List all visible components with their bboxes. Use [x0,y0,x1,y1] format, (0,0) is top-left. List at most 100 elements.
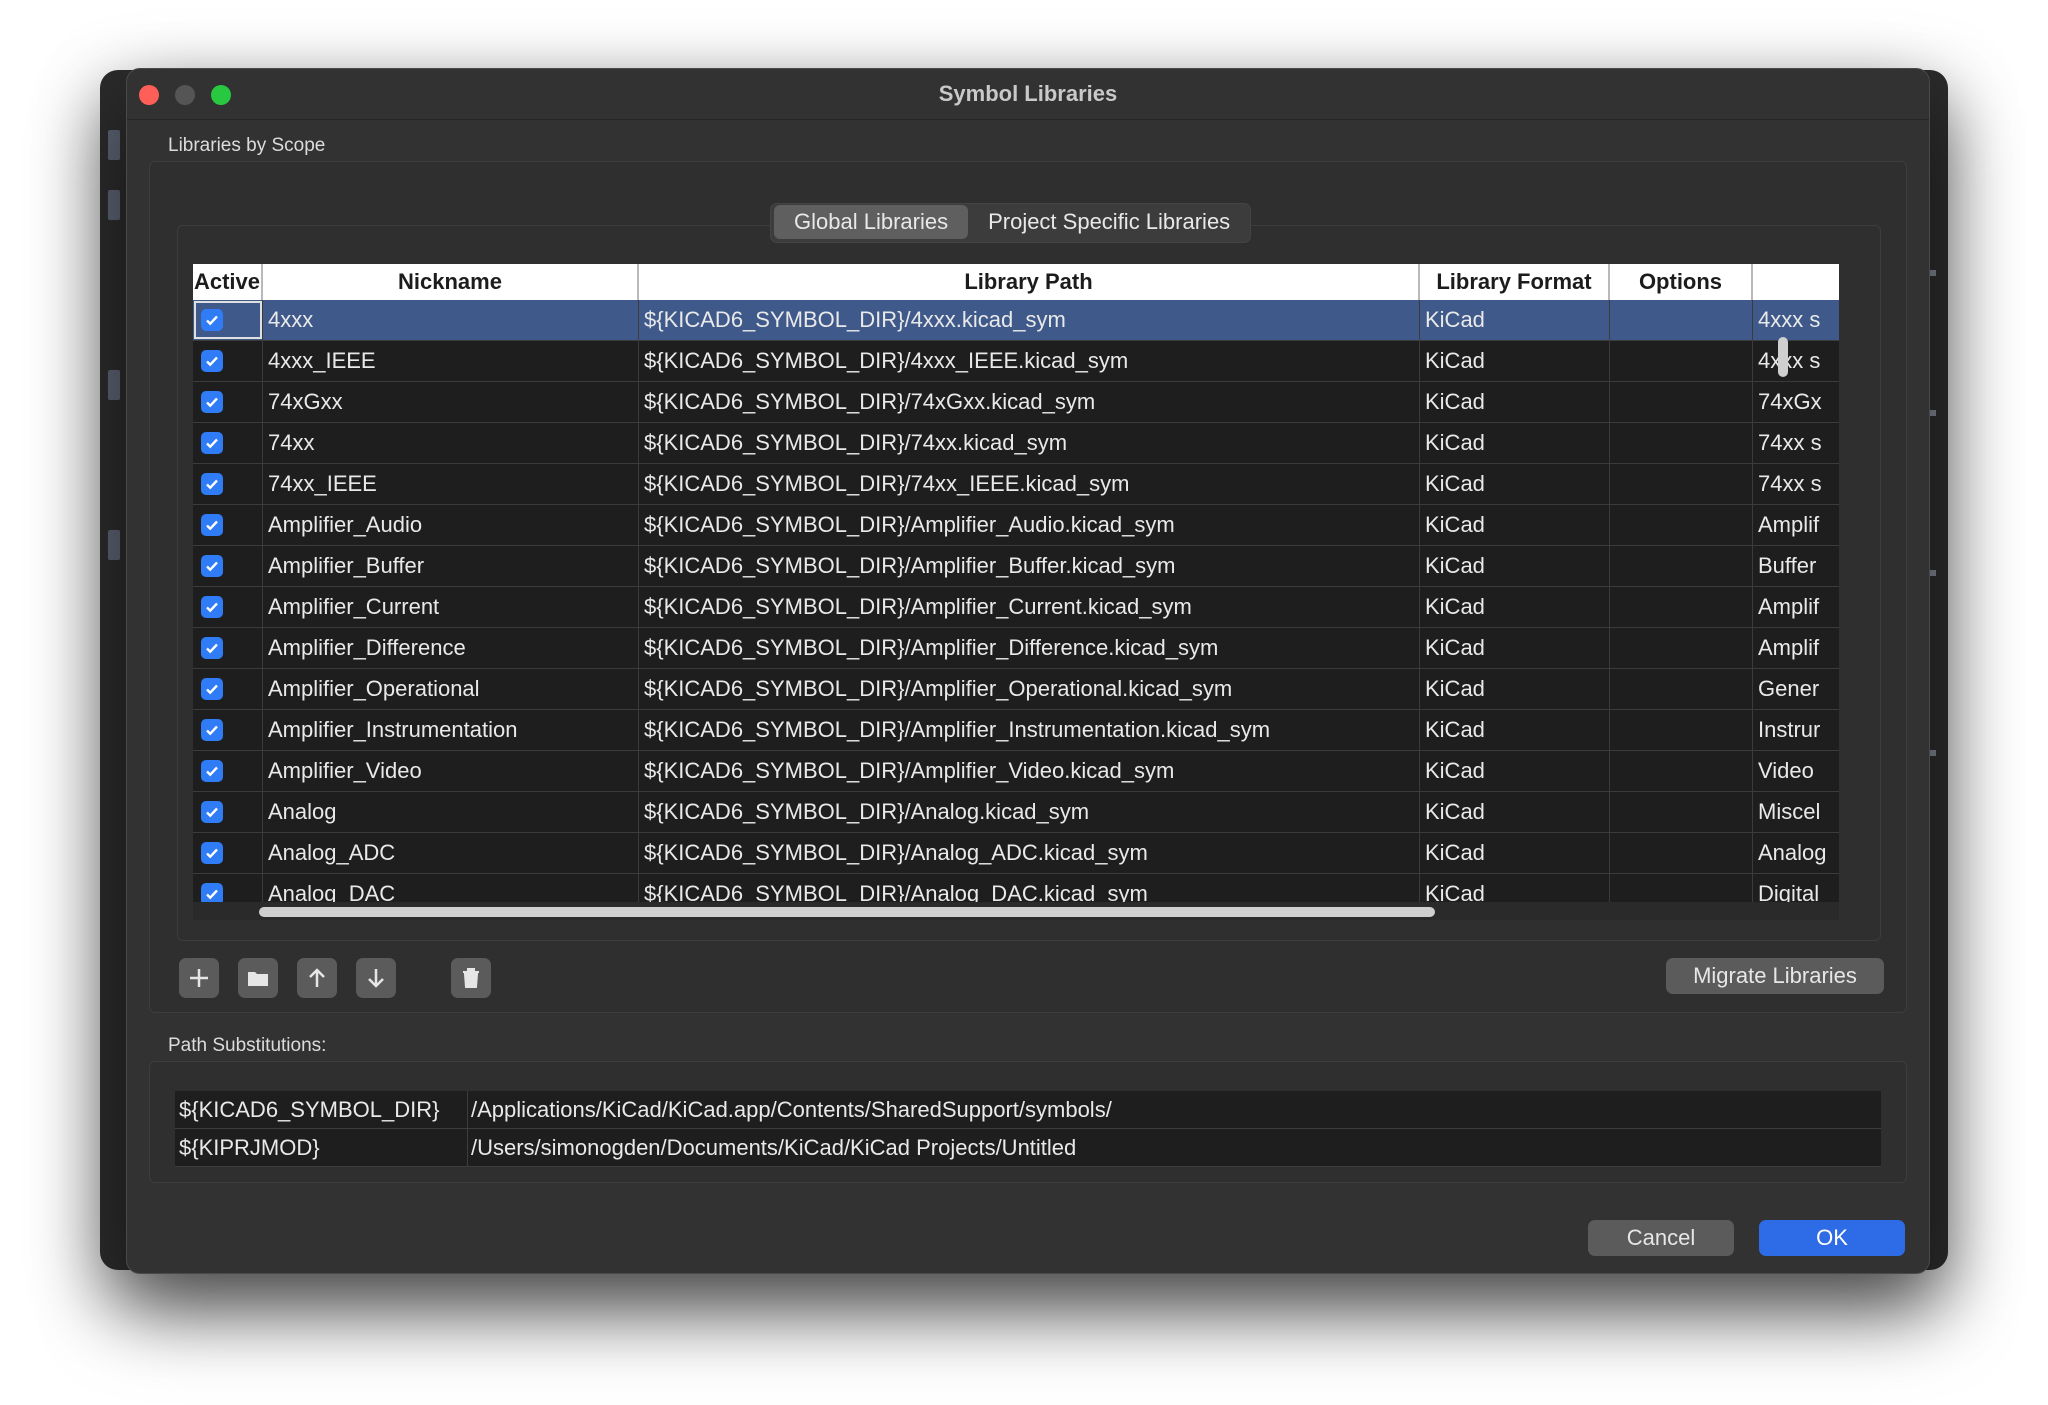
migrate-libraries-button[interactable]: Migrate Libraries [1666,958,1884,994]
column-header-nickname[interactable]: Nickname [263,264,639,300]
library-table[interactable]: Active Nickname Library Path Library For… [193,264,1839,902]
nickname-cell: Amplifier_Video [263,751,639,791]
options-cell [1610,341,1753,381]
checkmark-icon [206,725,218,736]
path-substitutions-table[interactable]: ${KICAD6_SYMBOL_DIR} /Applications/KiCad… [175,1091,1881,1167]
table-row[interactable]: Amplifier_Current ${KICAD6_SYMBOL_DIR}/Am… [193,587,1839,628]
description-cell: Amplif [1758,512,1820,537]
tab-global-libraries[interactable]: Global Libraries [774,205,969,239]
active-checkbox[interactable] [201,514,223,536]
table-row[interactable]: Amplifier_Operational ${KICAD6_SYMBOL_DIR… [193,669,1839,710]
background-tool-icon [108,130,120,160]
plus-icon [190,969,208,987]
checkmark-icon [206,848,218,859]
nickname-cell: 4xxx [263,300,639,340]
vertical-scrollbar[interactable] [1778,337,1788,377]
active-checkbox[interactable] [201,760,223,782]
active-cell [193,546,263,586]
nickname-cell: Analog [263,792,639,832]
table-row[interactable]: 4xxx ${KICAD6_SYMBOL_DIR}/4xxx.kicad_sym K… [193,300,1839,341]
library-path-cell: ${KICAD6_SYMBOL_DIR}/Amplifier_Instrumen… [639,710,1420,750]
column-header-active[interactable]: Active [193,264,263,300]
table-row[interactable]: Analog ${KICAD6_SYMBOL_DIR}/Analog.kicad_… [193,792,1839,833]
horizontal-scrollbar-thumb[interactable] [259,907,1435,917]
checkmark-icon [206,520,218,531]
cancel-button[interactable]: Cancel [1588,1220,1734,1256]
move-up-button[interactable] [297,958,337,998]
active-checkbox[interactable] [201,432,223,454]
delete-library-button[interactable] [451,958,491,998]
table-row[interactable]: Amplifier_Difference ${KICAD6_SYMBOL_DIR}… [193,628,1839,669]
checkmark-icon [206,356,218,367]
checkmark-icon [206,889,218,900]
library-format-cell: KiCad [1420,546,1610,586]
active-checkbox[interactable] [201,678,223,700]
column-header-library-format[interactable]: Library Format [1420,264,1610,300]
tab-project-specific-libraries[interactable]: Project Specific Libraries [968,204,1250,240]
active-checkbox[interactable] [201,391,223,413]
checkmark-icon [206,807,218,818]
browse-library-button[interactable] [238,958,278,998]
column-header-options[interactable]: Options [1610,264,1753,300]
active-checkbox[interactable] [201,555,223,577]
table-row[interactable]: Analog_DAC ${KICAD6_SYMBOL_DIR}/Analog_DA… [193,874,1839,902]
nickname-cell: Amplifier_Difference [263,628,639,668]
library-format-cell: KiCad [1420,792,1610,832]
move-down-button[interactable] [356,958,396,998]
active-checkbox[interactable] [201,801,223,823]
options-cell [1610,628,1753,668]
column-header-description[interactable] [1753,264,1839,300]
checkmark-icon [206,561,218,572]
substitution-row[interactable]: ${KICAD6_SYMBOL_DIR} /Applications/KiCad… [175,1091,1881,1129]
description-cell: 4xxx s [1758,307,1821,332]
library-format-cell: KiCad [1420,464,1610,504]
library-path-cell: ${KICAD6_SYMBOL_DIR}/74xx.kicad_sym [639,423,1420,463]
table-row[interactable]: 74xx ${KICAD6_SYMBOL_DIR}/74xx.kicad_sym K… [193,423,1839,464]
table-row[interactable]: Analog_ADC ${KICAD6_SYMBOL_DIR}/Analog_AD… [193,833,1839,874]
active-checkbox[interactable] [201,719,223,741]
library-path-cell: ${KICAD6_SYMBOL_DIR}/Amplifier_Audio.kic… [639,505,1420,545]
options-cell [1610,587,1753,627]
active-cell [193,505,263,545]
checkmark-icon [206,684,218,695]
active-checkbox[interactable] [201,309,223,331]
add-library-button[interactable] [179,958,219,998]
nickname-cell: 74xGxx [263,382,639,422]
table-row[interactable]: Amplifier_Instrumentation ${KICAD6_SYMBOL… [193,710,1839,751]
active-checkbox[interactable] [201,350,223,372]
description-cell: Instrur [1758,717,1821,742]
table-row[interactable]: 74xGxx ${KICAD6_SYMBOL_DIR}/74xGxx.kicad_… [193,382,1839,423]
checkmark-icon [206,479,218,490]
library-path-cell: ${KICAD6_SYMBOL_DIR}/Amplifier_Video.kic… [639,751,1420,791]
active-cell [193,751,263,791]
library-path-cell: ${KICAD6_SYMBOL_DIR}/Analog_ADC.kicad_sy… [639,833,1420,873]
active-checkbox[interactable] [201,637,223,659]
table-row[interactable]: 74xx_IEEE ${KICAD6_SYMBOL_DIR}/74xx_IEEE.… [193,464,1839,505]
description-cell: Analog [1758,840,1827,865]
library-path-cell: ${KICAD6_SYMBOL_DIR}/Analog_DAC.kicad_sy… [639,874,1420,902]
title-bar[interactable]: Symbol Libraries [127,69,1929,120]
active-checkbox[interactable] [201,842,223,864]
active-cell [193,341,263,381]
library-format-cell: KiCad [1420,628,1610,668]
library-format-cell: KiCad [1420,874,1610,902]
column-header-library-path[interactable]: Library Path [639,264,1420,300]
library-path-cell: ${KICAD6_SYMBOL_DIR}/74xGxx.kicad_sym [639,382,1420,422]
active-cell [193,300,263,340]
table-row[interactable]: Amplifier_Video ${KICAD6_SYMBOL_DIR}/Ampl… [193,751,1839,792]
options-cell [1610,300,1753,340]
active-cell [193,874,263,902]
substitution-row[interactable]: ${KIPRJMOD} /Users/simonogden/Documents/… [175,1129,1881,1167]
checkmark-icon [206,315,218,326]
active-cell [193,669,263,709]
table-row[interactable]: 4xxx_IEEE ${KICAD6_SYMBOL_DIR}/4xxx_IEEE.… [193,341,1839,382]
description-cell: Video [1758,758,1814,783]
ok-button[interactable]: OK [1759,1220,1905,1256]
options-cell [1610,751,1753,791]
table-row[interactable]: Amplifier_Audio ${KICAD6_SYMBOL_DIR}/Ampl… [193,505,1839,546]
active-checkbox[interactable] [201,596,223,618]
table-row[interactable]: Amplifier_Buffer ${KICAD6_SYMBOL_DIR}/Amp… [193,546,1839,587]
active-checkbox[interactable] [201,883,223,902]
library-path-cell: ${KICAD6_SYMBOL_DIR}/4xxx.kicad_sym [639,300,1420,340]
active-checkbox[interactable] [201,473,223,495]
